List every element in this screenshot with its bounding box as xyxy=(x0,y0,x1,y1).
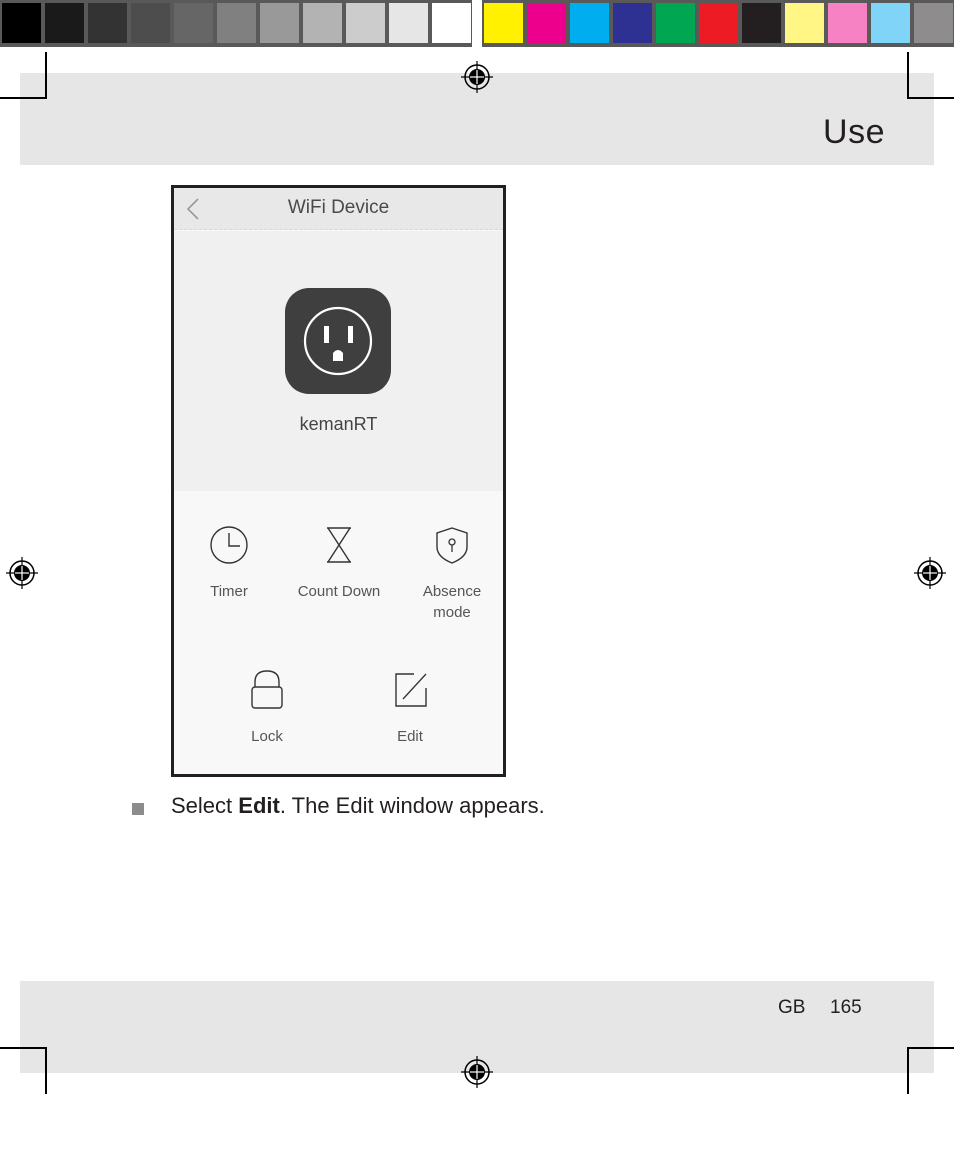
instruction-suffix: . The Edit window appears. xyxy=(279,793,545,818)
color-swatch xyxy=(613,3,652,43)
registration-mark-icon xyxy=(914,557,946,589)
crop-mark-top-right-h xyxy=(908,97,954,99)
edit-icon xyxy=(395,673,427,707)
page-number: 165 xyxy=(830,997,862,1018)
absence-mode-label: Absence mode xyxy=(402,581,502,623)
color-swatch xyxy=(174,3,213,43)
crop-mark-bottom-left-v xyxy=(45,1047,47,1094)
crop-mark-bottom-right-v xyxy=(907,1047,909,1094)
color-swatch xyxy=(656,3,695,43)
color-swatch xyxy=(484,3,523,43)
device-area: kemanRT xyxy=(174,231,503,491)
app-title: WiFi Device xyxy=(287,197,390,218)
absence-mode-button[interactable]: Absence mode xyxy=(402,525,502,623)
instruction-text: Select Edit. The Edit window appears. xyxy=(171,793,545,819)
color-swatch xyxy=(570,3,609,43)
absence-mode-label-line1: Absence xyxy=(422,583,482,600)
edit-label: Edit xyxy=(397,728,423,745)
color-swatch xyxy=(828,3,867,43)
color-swatch xyxy=(914,3,953,43)
absence-mode-label-line2: mode xyxy=(433,604,471,621)
shield-icon xyxy=(436,527,468,564)
footer-language: GB xyxy=(778,997,806,1018)
count-down-button[interactable]: Count Down xyxy=(286,525,392,602)
color-swatch xyxy=(346,3,385,43)
crop-mark-bottom-right-h xyxy=(908,1047,954,1049)
grayscale-calibration-bar xyxy=(0,0,472,47)
color-swatch xyxy=(88,3,127,43)
timer-button[interactable]: Timer xyxy=(186,525,272,602)
registration-mark-icon xyxy=(461,61,493,93)
device-name: kemanRT xyxy=(299,414,378,434)
registration-mark-icon xyxy=(6,557,38,589)
color-swatch xyxy=(871,3,910,43)
color-swatch xyxy=(2,3,41,43)
lock-icon xyxy=(251,670,283,709)
color-swatch xyxy=(303,3,342,43)
lock-button[interactable]: Lock xyxy=(224,670,310,747)
bullet-square-icon xyxy=(132,803,144,815)
section-title: Use xyxy=(823,113,885,151)
color-swatch xyxy=(699,3,738,43)
color-swatch xyxy=(131,3,170,43)
clock-icon xyxy=(210,526,248,564)
device-button[interactable] xyxy=(285,288,391,394)
instruction-prefix: Select xyxy=(171,793,239,818)
count-down-label: Count Down xyxy=(297,583,381,600)
hourglass-icon xyxy=(327,527,351,563)
crop-mark-top-left-h xyxy=(0,97,46,99)
edit-button[interactable]: Edit xyxy=(367,670,453,747)
color-swatch xyxy=(785,3,824,43)
timer-label: Timer xyxy=(210,583,248,600)
color-swatch xyxy=(45,3,84,43)
color-swatch xyxy=(742,3,781,43)
color-swatch xyxy=(260,3,299,43)
app-header: WiFi Device xyxy=(174,188,503,230)
crop-mark-top-left-v xyxy=(45,52,47,99)
color-swatch xyxy=(432,3,471,43)
crop-mark-bottom-left-h xyxy=(0,1047,46,1049)
color-swatch xyxy=(217,3,256,43)
color-swatch xyxy=(527,3,566,43)
app-screenshot: WiFi Device kemanRT Timer Count Down Abs… xyxy=(171,185,506,777)
instruction-bold-edit: Edit xyxy=(238,793,280,818)
power-outlet-icon xyxy=(303,306,373,376)
color-calibration-bar xyxy=(482,0,954,47)
lock-label: Lock xyxy=(251,728,283,745)
crop-mark-top-right-v xyxy=(907,52,909,99)
registration-mark-icon xyxy=(461,1056,493,1088)
color-swatch xyxy=(389,3,428,43)
